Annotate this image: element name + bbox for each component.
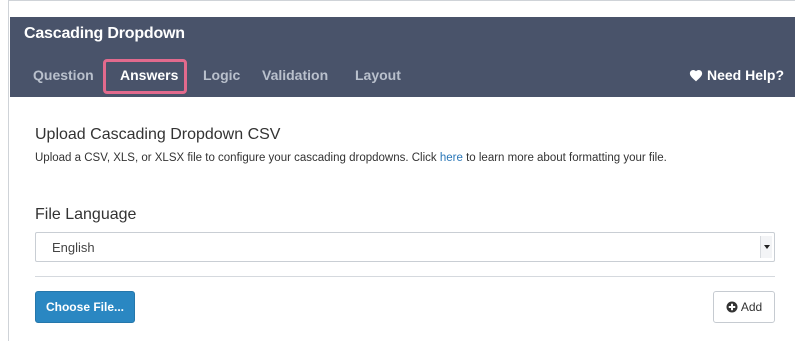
upload-description: Upload a CSV, XLS, or XLSX file to confi… <box>35 152 667 164</box>
heart-icon <box>689 69 703 81</box>
question-editor-header: Cascading Dropdown Question Answers Logi… <box>10 17 795 97</box>
file-language-value: English <box>52 240 95 255</box>
need-help-link[interactable]: Need Help? <box>689 67 784 83</box>
upload-section-title: Upload Cascading Dropdown CSV <box>35 126 281 143</box>
add-button[interactable]: Add <box>713 291 775 323</box>
file-language-select[interactable]: English <box>35 232 775 262</box>
choose-file-button[interactable]: Choose File... <box>35 291 135 323</box>
caret-down-icon <box>760 236 772 258</box>
tab-logic[interactable]: Logic <box>203 67 240 83</box>
file-language-label: File Language <box>35 206 137 223</box>
formatting-help-link[interactable]: here <box>440 152 463 164</box>
tab-answers[interactable]: Answers <box>120 67 178 83</box>
tab-layout[interactable]: Layout <box>355 67 401 83</box>
plus-circle-icon <box>726 301 738 313</box>
add-button-label: Add <box>740 300 763 314</box>
tab-bar: Question Answers Logic Validation Layout… <box>10 59 795 97</box>
need-help-label: Need Help? <box>706 67 784 83</box>
upload-description-text: Upload a CSV, XLS, or XLSX file to confi… <box>35 152 440 164</box>
upload-description-text-end: to learn more about formatting your file… <box>462 152 667 164</box>
tab-validation[interactable]: Validation <box>262 67 328 83</box>
tab-question[interactable]: Question <box>33 67 94 83</box>
section-divider <box>35 276 775 277</box>
header-title: Cascading Dropdown <box>24 25 185 42</box>
